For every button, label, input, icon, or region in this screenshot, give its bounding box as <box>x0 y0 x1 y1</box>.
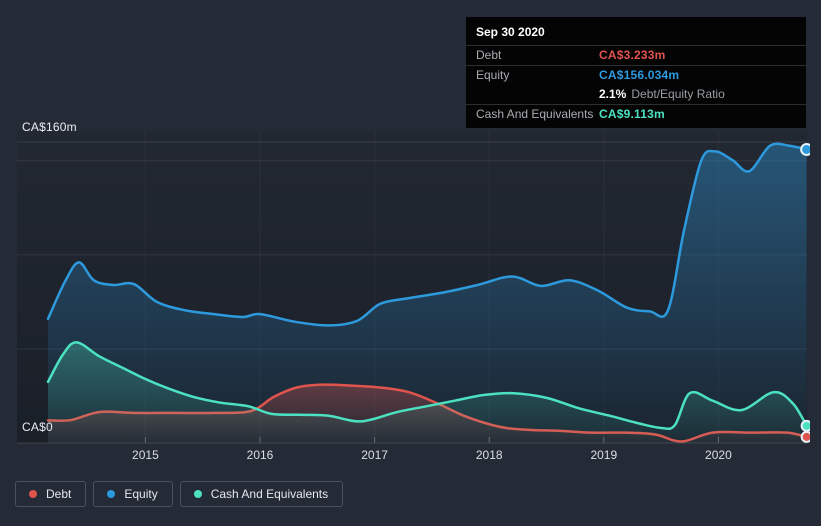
legend-equity-button[interactable]: Equity <box>93 481 173 507</box>
y-axis-zero-label: CA$0 <box>22 420 53 434</box>
tooltip-row-cash: Cash And Equivalents CA$9.113m <box>466 104 806 124</box>
tooltip-cash-label: Cash And Equivalents <box>476 107 594 121</box>
chart-tooltip: Sep 30 2020 Debt CA$3.233m Equity CA$156… <box>466 17 806 128</box>
legend-cash-label: Cash And Equivalents <box>210 487 329 501</box>
x-axis-label-2015: 2015 <box>132 448 159 462</box>
tooltip-ratio-value: 2.1% Debt/Equity Ratio <box>599 87 796 101</box>
equity-endpoint-marker[interactable] <box>800 142 812 156</box>
tooltip-debt-value: CA$3.233m <box>599 48 666 62</box>
cash-swatch-icon <box>193 490 202 498</box>
legend-debt-label: Debt <box>46 487 72 501</box>
tooltip-cash-value: CA$9.113m <box>599 107 665 121</box>
tooltip-equity-label: Equity <box>476 68 510 82</box>
cash-and-equivalents-endpoint-marker[interactable] <box>800 419 812 432</box>
y-axis-max-label: CA$160m <box>22 120 77 134</box>
legend-debt-button[interactable]: Debt <box>15 481 87 507</box>
debt-swatch-icon <box>29 490 37 498</box>
tooltip-equity-value: CA$156.034m <box>599 68 680 82</box>
tooltip-row-equity: Equity CA$156.034m <box>466 65 806 85</box>
x-axis-label-2016: 2016 <box>247 448 274 462</box>
debt-endpoint-marker[interactable] <box>800 430 812 443</box>
equity-swatch-icon <box>107 490 116 498</box>
x-axis-label-2020: 2020 <box>705 448 732 462</box>
tooltip-date: Sep 30 2020 <box>476 25 545 39</box>
tooltip-ratio-label: Debt/Equity Ratio <box>631 87 725 101</box>
tooltip-row-ratio: 2.1% Debt/Equity Ratio <box>466 85 806 104</box>
x-axis-label-2019: 2019 <box>590 448 617 462</box>
legend-cash-button[interactable]: Cash And Equivalents <box>179 481 344 507</box>
x-axis-label-2018: 2018 <box>476 448 503 462</box>
x-axis-label-2017: 2017 <box>361 448 388 462</box>
tooltip-debt-label: Debt <box>476 48 502 62</box>
tooltip-ratio-percent: 2.1% <box>599 87 627 101</box>
chart-legend: Debt Equity Cash And Equivalents <box>15 481 344 507</box>
balance-sheet-history-widget: 2015 2016 2017 2018 2019 2020 CA$160m CA$0 Se… <box>0 0 821 526</box>
tooltip-row-debt: Debt CA$3.233m <box>466 45 806 65</box>
legend-equity-label: Equity <box>124 487 158 501</box>
